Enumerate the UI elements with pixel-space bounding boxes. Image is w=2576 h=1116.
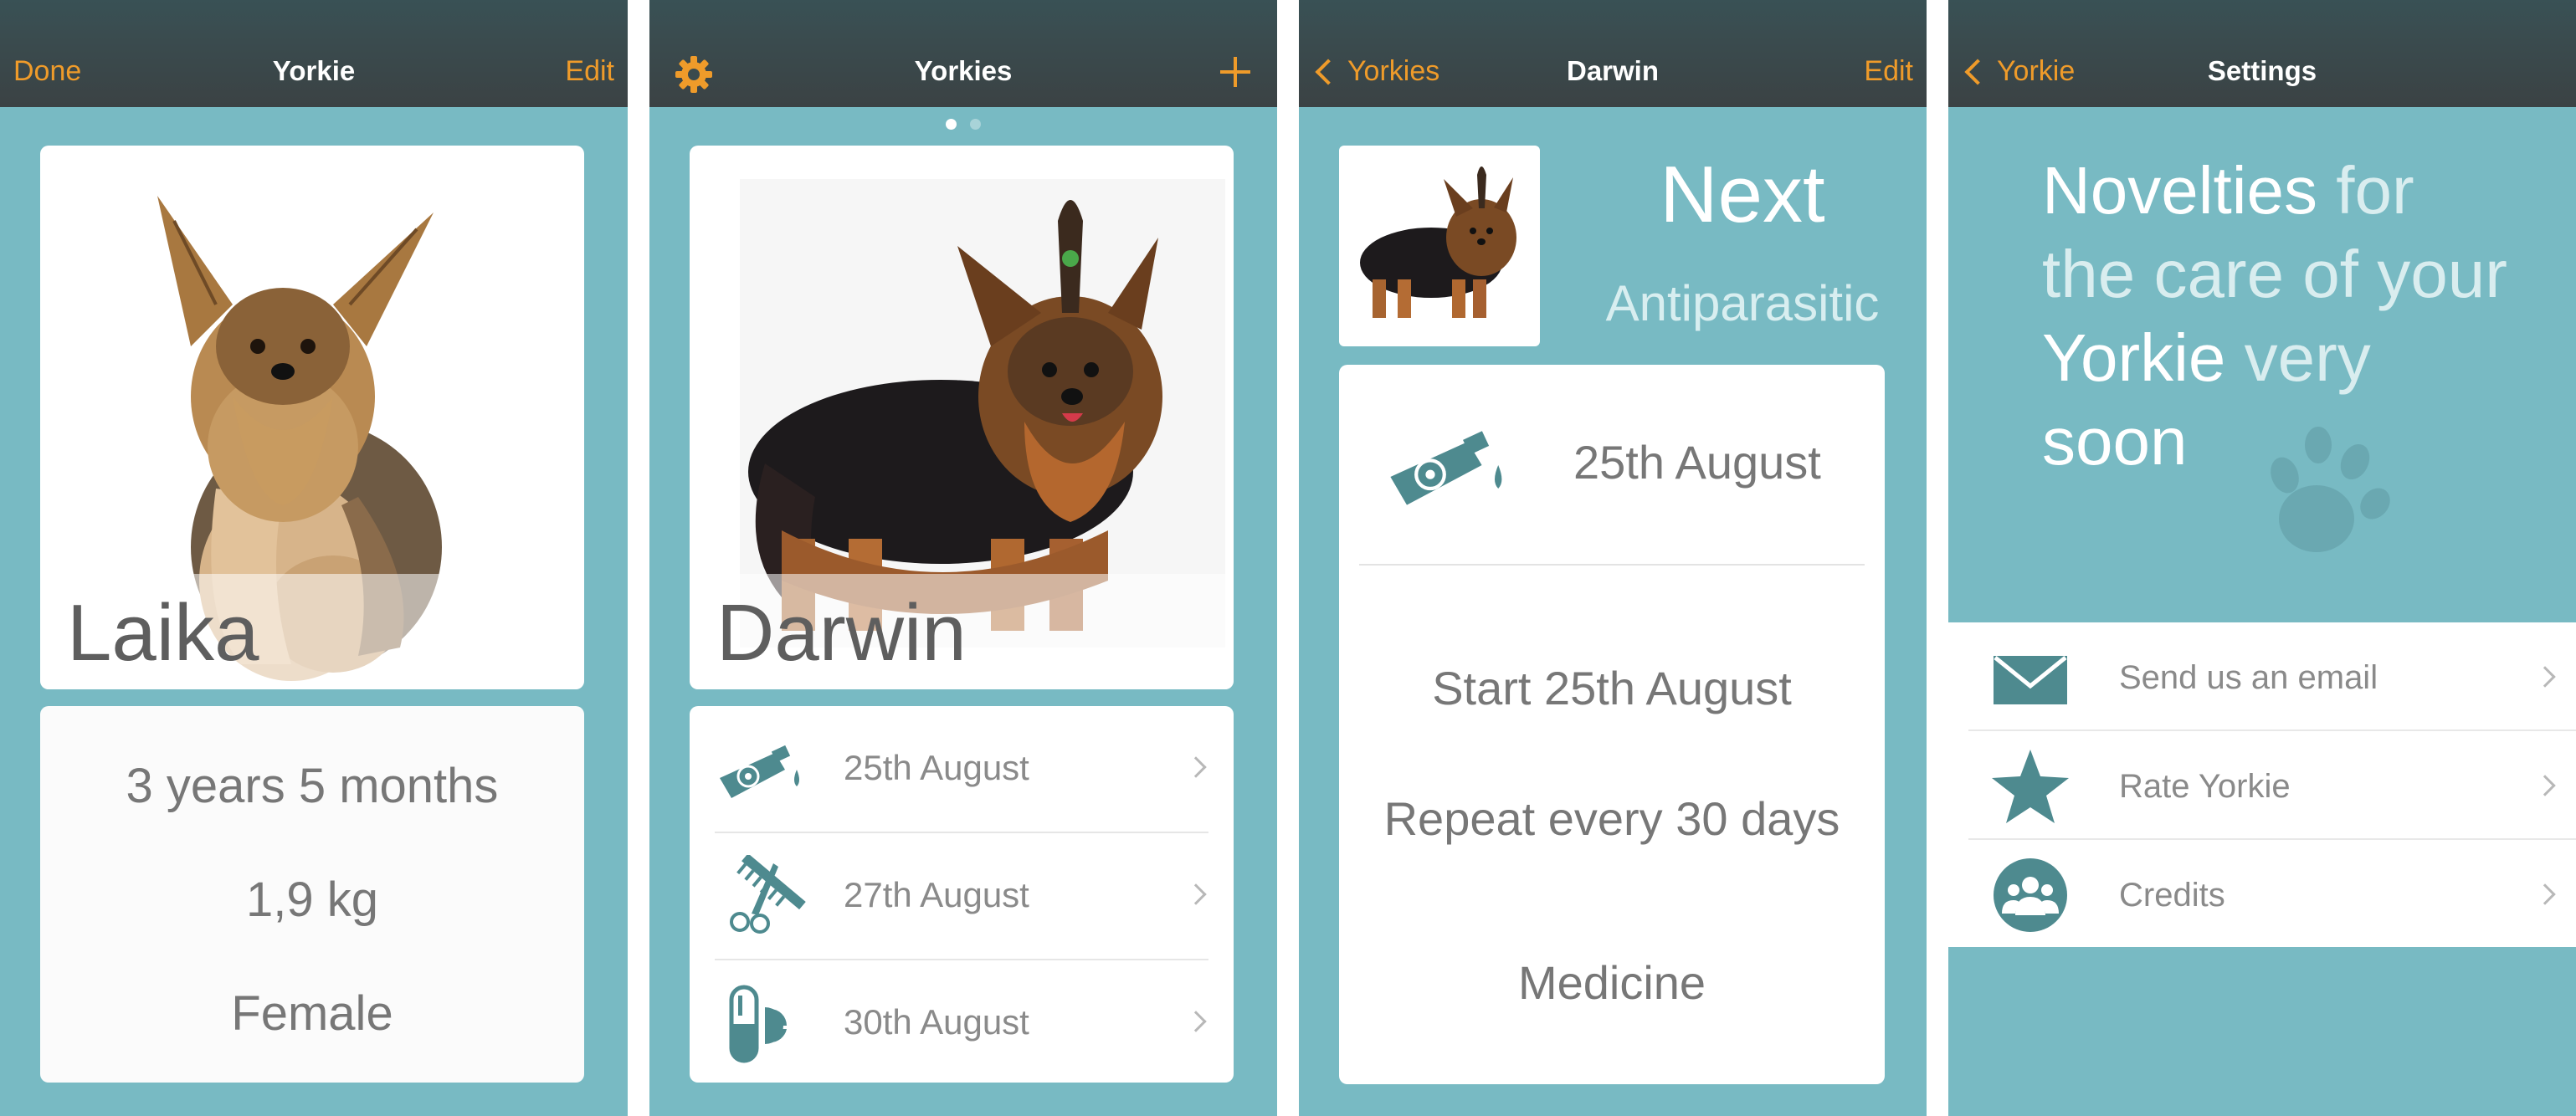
settings-item-label: Rate Yorkie (2119, 768, 2291, 805)
screen-dog-profile: Done Yorkie Edit Laika 3 years 5 months … (0, 0, 628, 1116)
event-row[interactable]: 25th August (690, 706, 1234, 832)
promo-word: for (2336, 153, 2414, 228)
chevron-right-icon (1185, 756, 1207, 778)
plus-icon (1220, 57, 1250, 87)
promo-word: Novelties (2042, 153, 2318, 228)
paw-icon (2271, 427, 2390, 552)
dog-sex: Female (231, 986, 393, 1041)
promo-word: very (2244, 320, 2371, 395)
promo-word: the care of your (2042, 237, 2507, 311)
star-icon (1992, 750, 2069, 823)
event-row[interactable]: 30th August (690, 960, 1234, 1083)
chevron-right-icon (1185, 883, 1207, 905)
dog-photo (1360, 166, 1516, 318)
navigation-bar: Done Yorkie Edit (0, 0, 628, 107)
chevron-right-icon (1185, 1011, 1207, 1032)
chevron-right-icon (2534, 775, 2556, 796)
screen-event-detail: Yorkies Darwin Edit Next Antiparasitic 2… (1299, 0, 1927, 1116)
dog-photo-card[interactable]: Laika (40, 146, 584, 689)
settings-list: Send us an email Rate Yorkie Credits (1948, 622, 2576, 947)
event-row[interactable]: 27th August (690, 833, 1234, 959)
event-date: 27th August (844, 875, 1029, 914)
event-start: Start 25th August (1432, 662, 1792, 714)
navigation-bar: Yorkies Darwin Edit (1299, 0, 1927, 107)
add-dog-button[interactable] (1219, 55, 1252, 89)
navigation-bar: Yorkie Settings (1948, 0, 2576, 107)
nav-title: Settings (2207, 55, 2317, 86)
event-date: 25th August (1573, 436, 1821, 489)
dog-photo-card[interactable]: Darwin (690, 146, 1234, 689)
event-date: 25th August (844, 748, 1029, 787)
antiparasitic-icon (1390, 431, 1502, 505)
promo-word: Yorkie (2042, 320, 2226, 395)
screen-dog-list: Yorkies Darwin 25th August 27th August 3… (649, 0, 1277, 1116)
promo-word: soon (2042, 404, 2188, 479)
dog-weight: 1,9 kg (246, 873, 378, 927)
grooming-icon (730, 855, 806, 934)
settings-item-label: Credits (2119, 877, 2225, 914)
dog-age: 3 years 5 months (126, 759, 499, 813)
page-indicator[interactable] (649, 119, 1277, 134)
events-list: 25th August 27th August 30th August (690, 706, 1234, 1083)
nav-title: Yorkies (914, 55, 1013, 86)
chevron-right-icon (2534, 666, 2556, 688)
settings-item-rate[interactable]: Rate Yorkie (1948, 731, 2576, 840)
settings-item-email[interactable]: Send us an email (1948, 622, 2576, 731)
dog-name: Darwin (716, 588, 967, 678)
next-event-type: Antiparasitic (1605, 275, 1880, 331)
edit-label: Edit (1864, 55, 1913, 87)
page-dot-2[interactable] (970, 119, 981, 130)
screen-settings: Yorkie Settings Novelties for the care o… (1948, 0, 2576, 1116)
envelope-icon (1994, 656, 2067, 704)
dog-info-card: 3 years 5 months 1,9 kg Female (40, 706, 584, 1083)
navigation-bar: Yorkies (649, 0, 1277, 107)
settings-item-label: Send us an email (2119, 659, 2378, 696)
event-detail-card: 25th August Start 25th August Repeat eve… (1339, 365, 1885, 1084)
settings-item-credits[interactable]: Credits (1948, 840, 2576, 949)
event-category: Medicine (1517, 956, 1706, 1009)
dog-thumbnail[interactable] (1339, 146, 1540, 346)
event-repeat: Repeat every 30 days (1383, 792, 1840, 845)
pill-icon (729, 985, 787, 1063)
divider (1359, 564, 1865, 566)
event-date: 30th August (844, 1002, 1029, 1042)
nav-title: Darwin (1566, 55, 1660, 86)
dog-name: Laika (67, 588, 259, 678)
antiparasitic-icon (720, 745, 799, 798)
edit-button[interactable]: Edit (1864, 55, 1913, 88)
page-dot-1[interactable] (946, 119, 957, 130)
edit-label: Edit (565, 55, 614, 87)
edit-button[interactable]: Edit (565, 55, 614, 88)
nav-title: Yorkie (272, 55, 356, 86)
next-title: Next (1660, 150, 1825, 239)
chevron-right-icon (2534, 883, 2556, 905)
credits-icon (1994, 858, 2067, 932)
